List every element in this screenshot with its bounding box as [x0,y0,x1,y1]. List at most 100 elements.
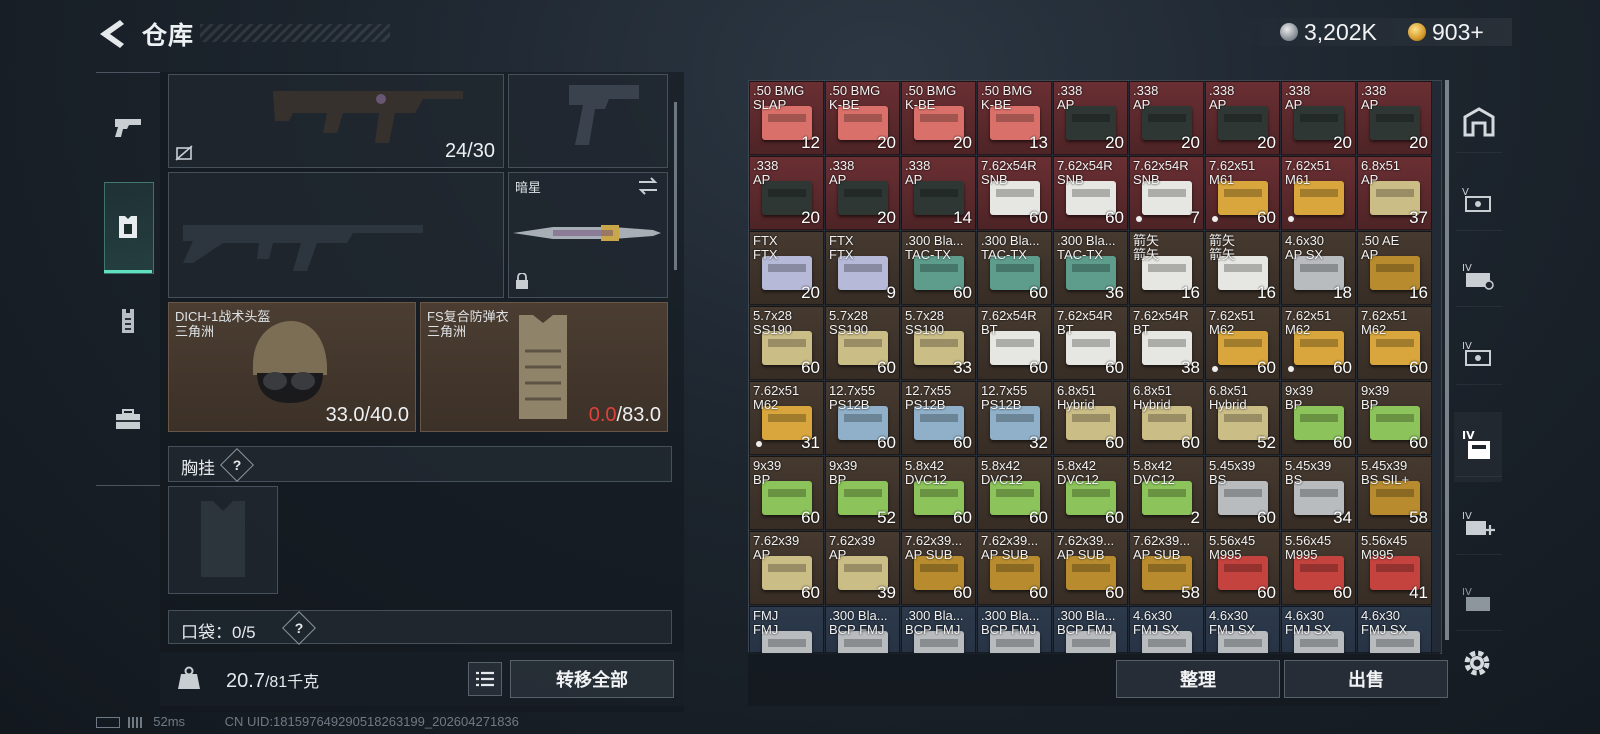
chest-rig-help-icon[interactable]: ? [220,448,254,482]
ammo-cell[interactable]: 7.62x39... AP SUB 60 [901,531,976,605]
ammo-cell[interactable]: .338 AP 20 [1129,81,1204,155]
ammo-cell[interactable]: .300 Bla... TAC-TX 36 [1053,231,1128,305]
ammo-cell[interactable]: 7.62x39... AP SUB 60 [977,531,1052,605]
silver-balance[interactable]: 3,202K [1304,19,1377,46]
ammo-cell[interactable]: 12.7x55 PS12B 32 [977,381,1052,455]
nav-weapons[interactable] [96,98,160,156]
ammo-cell[interactable]: 7.62x54R SNB 60 [1053,156,1128,230]
swap-icon[interactable] [637,177,659,195]
ammo-cell[interactable]: 4.6x30 FMJ SX [1129,606,1204,653]
ammo-cell[interactable]: .338 AP 20 [1281,81,1356,155]
ammo-cell[interactable]: 7.62x39... AP SUB 60 [1053,531,1128,605]
inventory-scrollbar[interactable] [1445,80,1449,640]
ammo-cell[interactable]: .300 Bla... BCP FMJ [825,606,900,653]
ammo-cell[interactable]: 7.62x54R SNB 60 [977,156,1052,230]
storage-tab-4a[interactable]: IV [1456,246,1502,307]
back-arrow-icon[interactable] [96,18,126,50]
ammo-cell[interactable]: FTX FTX 20 [749,231,824,305]
ammo-cell[interactable]: 7.62x51 M62 60 [1281,306,1356,380]
sort-button[interactable]: 整理 [1116,660,1280,698]
storage-tab-4b[interactable]: IV [1456,324,1502,385]
ammo-cell[interactable]: 5.56x45 M995 60 [1281,531,1356,605]
ammo-cell[interactable]: 5.8x42 DVC12 60 [901,456,976,530]
ammo-cell[interactable]: .338 AP 20 [825,156,900,230]
ammo-cell[interactable]: 9x39 BP 52 [825,456,900,530]
ammo-cell[interactable]: 7.62x54R BT 38 [1129,306,1204,380]
nav-backpack[interactable] [96,390,160,448]
ammo-cell[interactable]: .50 BMG K-BE 20 [825,81,900,155]
ammo-cell[interactable]: 9x39 BP 60 [749,456,824,530]
ammo-cell[interactable]: 7.62x51 M61 [1281,156,1356,230]
armor-slot[interactable]: FS复合防弹衣 三角洲 0.0/83.0 [420,302,668,432]
ammo-cell[interactable]: .300 Bla... TAC-TX 60 [901,231,976,305]
ammo-cell[interactable]: 4.6x30 FMJ SX [1205,606,1280,653]
storage-tab-4d[interactable]: IV [1456,494,1502,555]
storage-tab-5[interactable]: V [1456,170,1502,231]
ammo-cell[interactable]: FTX FTX 9 [825,231,900,305]
transfer-all-button[interactable]: 转移全部 [510,660,674,698]
gold-balance[interactable]: 903+ [1432,19,1484,46]
ammo-cell[interactable]: 5.45x39 BS 34 [1281,456,1356,530]
primary-weapon-slot[interactable]: 24/30 [168,74,504,168]
ammo-cell[interactable]: 12.7x55 PS12B 60 [825,381,900,455]
ammo-cell[interactable]: 12.7x55 PS12B 60 [901,381,976,455]
ammo-cell[interactable]: .300 Bla... BCP FMJ [977,606,1052,653]
nav-gear[interactable] [96,198,160,256]
ammo-cell[interactable]: 7.62x39 AP 39 [825,531,900,605]
ammo-cell[interactable]: 7.62x51 M62 31 [749,381,824,455]
ammo-cell[interactable]: 7.62x51 M62 60 [1357,306,1432,380]
ammo-cell[interactable]: FMJ FMJ [749,606,824,653]
ammo-cell[interactable]: 7.62x54R BT 60 [1053,306,1128,380]
ammo-cell[interactable]: 箭矢 箭矢 16 [1129,231,1204,305]
chest-rig-slot[interactable] [168,486,278,594]
ammo-cell[interactable]: 5.8x42 DVC12 2 [1129,456,1204,530]
storage-tab-4e[interactable]: IV [1456,570,1502,631]
pocket-help-icon[interactable]: ? [282,611,316,645]
ammo-cell[interactable]: 6.8x51 AP 37 [1357,156,1432,230]
ammo-cell[interactable]: 5.8x42 DVC12 60 [1053,456,1128,530]
ammo-cell[interactable]: 箭矢 箭矢 16 [1205,231,1280,305]
ammo-cell[interactable]: 7.62x39... AP SUB 58 [1129,531,1204,605]
ammo-cell[interactable]: 5.7x28 SS190 60 [825,306,900,380]
storage-tab-4c-active[interactable]: IV [1456,416,1502,477]
ammo-cell[interactable]: 7.62x54R BT 60 [977,306,1052,380]
ammo-cell[interactable]: .338 AP 14 [901,156,976,230]
secondary-slot-top[interactable] [508,74,668,168]
melee-slot[interactable]: 暗星 [508,172,668,298]
ammo-cell[interactable]: .338 AP 20 [749,156,824,230]
sell-button[interactable]: 出售 [1284,660,1448,698]
list-view-button[interactable] [468,662,502,696]
ammo-cell[interactable]: 7.62x51 M61 60 [1205,156,1280,230]
ammo-cell[interactable]: 5.56x45 M995 60 [1205,531,1280,605]
ammo-cell[interactable]: 7.62x39 AP 60 [749,531,824,605]
ammo-cell[interactable]: .300 Bla... BCP FMJ [1053,606,1128,653]
ammo-cell[interactable]: .50 AE AP 16 [1357,231,1432,305]
ammo-cell[interactable]: .50 BMG K-BE 20 [901,81,976,155]
ammo-cell[interactable]: 9x39 BP 60 [1357,381,1432,455]
ammo-cell[interactable]: 7.62x51 M62 60 [1205,306,1280,380]
ammo-cell[interactable]: 7.62x54R SNB 7 [1129,156,1204,230]
ammo-cell[interactable]: 5.8x42 DVC12 60 [977,456,1052,530]
ammo-cell[interactable]: 4.6x30 FMJ SX [1357,606,1432,653]
ammo-cell[interactable]: 9x39 BP 60 [1281,381,1356,455]
ammo-cell[interactable]: 6.8x51 Hybrid 60 [1053,381,1128,455]
storage-tab-home[interactable] [1456,92,1502,153]
ammo-cell[interactable]: 6.8x51 Hybrid 60 [1129,381,1204,455]
settings-gear-icon[interactable] [1462,648,1492,678]
ammo-cell[interactable]: .338 AP 20 [1205,81,1280,155]
ammo-cell[interactable]: .300 Bla... TAC-TX 60 [977,231,1052,305]
ammo-cell[interactable]: 4.6x30 AP SX 18 [1281,231,1356,305]
nav-chest-rig[interactable] [96,292,160,350]
ammo-cell[interactable]: .50 BMG K-BE 13 [977,81,1052,155]
ammo-cell[interactable]: 6.8x51 Hybrid 52 [1205,381,1280,455]
ammo-cell[interactable]: .300 Bla... BCP FMJ [901,606,976,653]
ammo-cell[interactable]: .338 AP 20 [1053,81,1128,155]
secondary-weapon-slot[interactable] [168,172,504,298]
ammo-cell[interactable]: 4.6x30 FMJ SX [1281,606,1356,653]
ammo-cell[interactable]: 5.56x45 M995 41 [1357,531,1432,605]
ammo-cell[interactable]: 5.45x39 BS 60 [1205,456,1280,530]
ammo-cell[interactable]: 5.45x39 BS SIL+ 58 [1357,456,1432,530]
ammo-cell[interactable]: .50 BMG SLAP 12 [749,81,824,155]
ammo-cell[interactable]: .338 AP 20 [1357,81,1432,155]
ammo-cell[interactable]: 5.7x28 SS190 33 [901,306,976,380]
